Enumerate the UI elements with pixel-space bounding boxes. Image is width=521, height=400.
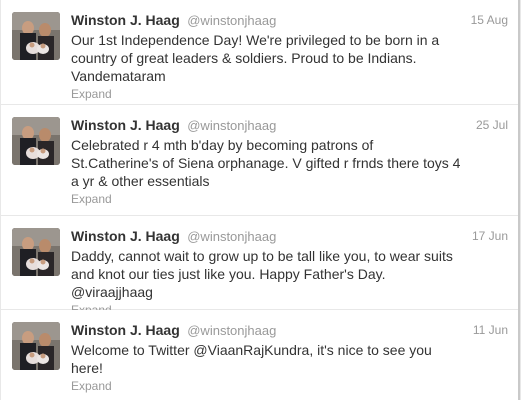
tweet-text: Our 1st Independence Day! We're privileg…	[71, 32, 440, 84]
expand-link[interactable]: Expand	[71, 191, 112, 207]
expand-link[interactable]: Expand	[71, 378, 112, 394]
tweet-item[interactable]: Winston J. Haag @winstonjhaag 15 Aug Our…	[1, 0, 520, 105]
expand-link[interactable]: Expand	[71, 86, 112, 102]
avatar-photo-icon	[12, 117, 60, 165]
tweet-timestamp[interactable]: 17 Jun	[472, 227, 508, 245]
tweet-content: Winston J. Haag @winstonjhaag 15 Aug Our…	[71, 11, 508, 103]
tweet-header: Winston J. Haag @winstonjhaag 17 Jun	[71, 227, 508, 245]
tweet-text: Welcome to Twitter @ViaanRajKundra, it's…	[71, 342, 432, 376]
tweet-username[interactable]: @winstonjhaag	[187, 323, 276, 338]
tweet-content: Winston J. Haag @winstonjhaag 17 Jun Dad…	[71, 227, 508, 319]
avatar-photo-icon	[12, 322, 60, 370]
avatar[interactable]	[12, 12, 60, 60]
tweet-text: Daddy, cannot wait to grow up to be tall…	[71, 248, 453, 300]
tweet-item[interactable]: Winston J. Haag @winstonjhaag 11 Jun Wel…	[1, 310, 520, 400]
tweet-fullname[interactable]: Winston J. Haag	[71, 12, 180, 28]
tweet-content: Winston J. Haag @winstonjhaag 25 Jul Cel…	[71, 116, 508, 208]
tweet-item[interactable]: Winston J. Haag @winstonjhaag 17 Jun Dad…	[1, 216, 520, 317]
tweet-header: Winston J. Haag @winstonjhaag 11 Jun	[71, 321, 508, 339]
tweet-header: Winston J. Haag @winstonjhaag 25 Jul	[71, 116, 508, 134]
tweet-timeline: Winston J. Haag @winstonjhaag 15 Aug Our…	[0, 0, 521, 400]
tweet-fullname[interactable]: Winston J. Haag	[71, 117, 180, 133]
tweet-timestamp[interactable]: 15 Aug	[471, 11, 508, 29]
timeline-right-border	[518, 0, 520, 400]
avatar-photo-icon	[12, 228, 60, 276]
tweet-text: Celebrated r 4 mth b'day by becoming pat…	[71, 137, 461, 189]
tweet-timestamp[interactable]: 25 Jul	[476, 116, 508, 134]
tweet-username[interactable]: @winstonjhaag	[187, 13, 276, 28]
tweet-fullname[interactable]: Winston J. Haag	[71, 322, 180, 338]
tweet-username[interactable]: @winstonjhaag	[187, 229, 276, 244]
tweet-fullname[interactable]: Winston J. Haag	[71, 228, 180, 244]
avatar[interactable]	[12, 228, 60, 276]
tweet-content: Winston J. Haag @winstonjhaag 11 Jun Wel…	[71, 321, 508, 395]
avatar-photo-icon	[12, 12, 60, 60]
tweet-header: Winston J. Haag @winstonjhaag 15 Aug	[71, 11, 508, 29]
avatar[interactable]	[12, 322, 60, 370]
avatar[interactable]	[12, 117, 60, 165]
tweet-item[interactable]: Winston J. Haag @winstonjhaag 25 Jul Cel…	[1, 105, 520, 216]
tweet-username[interactable]: @winstonjhaag	[187, 118, 276, 133]
tweet-timestamp[interactable]: 11 Jun	[473, 321, 508, 339]
